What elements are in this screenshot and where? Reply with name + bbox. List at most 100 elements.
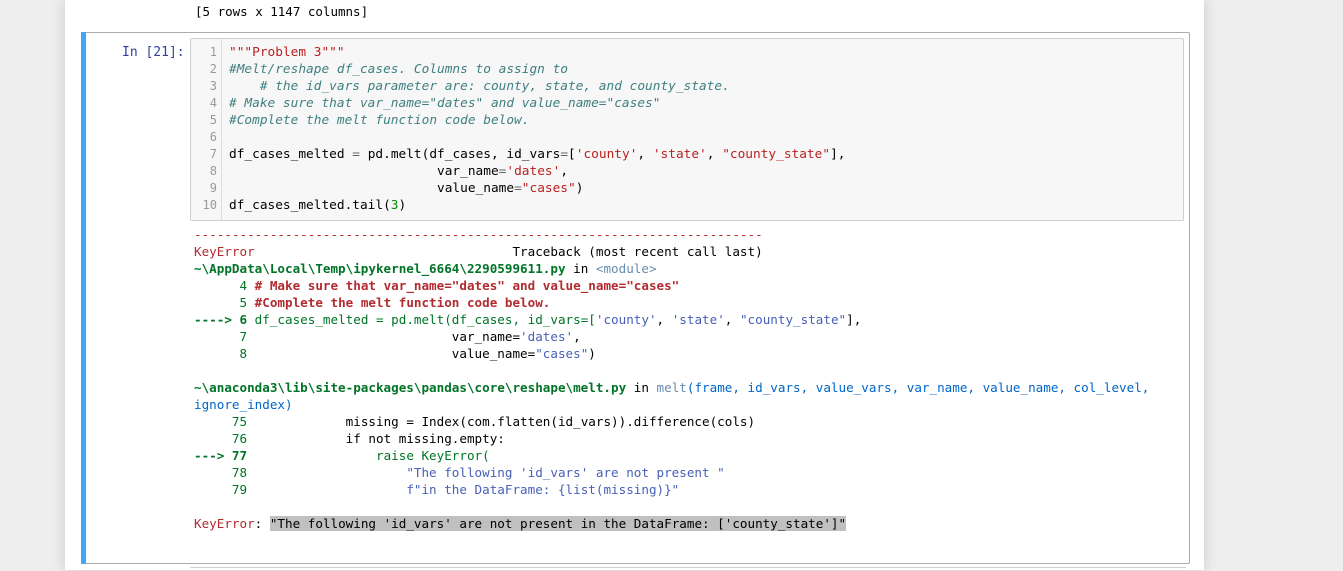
code-token: 3 <box>390 198 399 213</box>
code-text: value_name= <box>254 346 536 361</box>
code-text: "cases" <box>535 346 589 361</box>
code-token: ) <box>575 181 584 196</box>
traceback-line: 5 #Complete the melt function code below… <box>194 294 550 311</box>
code-token: ) <box>398 198 407 213</box>
module-name: <module> <box>595 261 657 276</box>
code-line-1: """Problem 3""" <box>229 45 345 60</box>
line-num: 76 <box>194 431 255 446</box>
code-text: 'dates' <box>520 329 574 344</box>
code-token: value_name <box>229 181 515 196</box>
in-word: in <box>626 380 657 395</box>
traceback-line: 7 var_name='dates', <box>194 328 581 345</box>
code-text: if not missing.empty: <box>254 431 505 446</box>
line-number: 6 <box>209 130 217 144</box>
line-number: 2 <box>209 62 217 76</box>
code-token: 'dates' <box>506 164 561 179</box>
file-path: ~\AppData\Local\Temp\ipykernel_6664\2290… <box>194 261 566 276</box>
line-num: 7 <box>194 329 255 344</box>
input-prompt: In [21]: <box>122 45 185 60</box>
final-error-line: KeyError: "The following 'id_vars' are n… <box>194 515 847 532</box>
code-text: #Complete the melt function code below. <box>254 295 551 310</box>
function-signature: (frame, id_vars, value_vars, var_name, v… <box>686 380 1150 395</box>
code-token: [ <box>568 147 576 162</box>
code-token: , <box>706 147 723 162</box>
line-num: 5 <box>194 295 255 310</box>
traceback-line: 8 value_name="cases") <box>194 345 596 362</box>
code-text: 'state' <box>671 312 725 327</box>
line-num: 79 <box>194 482 255 497</box>
selected-cell-indicator <box>81 32 86 564</box>
code-token: ], <box>830 147 846 162</box>
code-text: f"in the DataFrame: {list(missing)}" <box>254 482 680 497</box>
next-cell-edge <box>190 567 1186 571</box>
code-text: raise KeyError( <box>254 448 490 463</box>
code-token: = <box>514 181 522 196</box>
traceback-line: 79 f"in the DataFrame: {list(missing)}" <box>194 481 679 498</box>
line-number: 3 <box>209 79 217 93</box>
code-token: var_name <box>229 164 499 179</box>
code-token: , <box>637 147 653 162</box>
line-num: 8 <box>194 346 255 361</box>
traceback-line: 4 # Make sure that var_name="dates" and … <box>194 277 679 294</box>
line-num: 78 <box>194 465 255 480</box>
traceback-line: 76 if not missing.empty: <box>194 430 505 447</box>
error-name: KeyError <box>194 244 255 259</box>
code-token: "cases" <box>521 181 576 196</box>
code-line-8: var_name='dates', <box>229 163 568 180</box>
code-line-2: #Melt/reshape df_cases. Columns to assig… <box>229 62 568 77</box>
line-number: 1 <box>209 45 217 59</box>
traceback-line-current: ----> 6 df_cases_melted = pd.melt(df_cas… <box>194 311 861 328</box>
function-signature-cont: ignore_index) <box>194 397 293 412</box>
code-text: ], <box>846 312 862 327</box>
line-number: 7 <box>209 147 217 161</box>
current-line-arrow: ---> 77 <box>194 448 255 463</box>
code-text: df_cases_melted = pd.melt(df_cases, id_v… <box>254 312 596 327</box>
code-text: , <box>656 312 672 327</box>
code-text: missing = Index(com.flatten(id_vars)).di… <box>254 414 756 429</box>
code-text: # Make sure that var_name="dates" and va… <box>254 278 680 293</box>
line-number: 4 <box>209 96 217 110</box>
traceback-line: 78 "The following 'id_vars' are not pres… <box>194 464 725 481</box>
line-number: 8 <box>209 164 217 178</box>
code-line-3: # the id_vars parameter are: county, sta… <box>229 79 730 94</box>
code-cell[interactable]: In [21]: 1 2 3 4 5 6 7 8 9 10 """Problem… <box>81 32 1190 564</box>
code-token: "county_state" <box>722 147 831 162</box>
code-line-9: value_name="cases") <box>229 180 583 197</box>
traceback-file-1: ~\AppData\Local\Temp\ipykernel_6664\2290… <box>194 260 657 277</box>
code-text: "county_state" <box>739 312 847 327</box>
code-line-10: df_cases_melted.tail(3) <box>229 197 406 214</box>
code-token: 'state' <box>652 147 707 162</box>
code-text: , <box>724 312 740 327</box>
traceback-file-2: ~\anaconda3\lib\site-packages\pandas\cor… <box>194 379 1149 396</box>
code-text: ) <box>588 346 596 361</box>
line-number-gutter: 1 2 3 4 5 6 7 8 9 10 <box>191 39 222 220</box>
line-number: 10 <box>202 198 217 212</box>
function-name: melt <box>656 380 687 395</box>
traceback-label: Traceback (most recent call last) <box>254 244 763 259</box>
code-line-5: #Complete the melt function code below. <box>229 113 530 128</box>
code-text: "The following 'id_vars' are not present… <box>254 465 725 480</box>
traceback-header: KeyError Traceback (most recent call las… <box>194 243 763 260</box>
code-token: df_cases_melted <box>229 147 353 162</box>
code-editor[interactable]: 1 2 3 4 5 6 7 8 9 10 """Problem 3""" #Me… <box>190 38 1184 221</box>
code-token: 'county' <box>575 147 638 162</box>
code-token: df_cases_melted.tail( <box>229 198 391 213</box>
code-token: = <box>352 147 360 162</box>
code-line-7: df_cases_melted = pd.melt(df_cases, id_v… <box>229 146 845 163</box>
code-token: , <box>560 164 569 179</box>
traceback-line: 75 missing = Index(com.flatten(id_vars))… <box>194 413 755 430</box>
error-name: KeyError <box>194 516 255 531</box>
line-num: 4 <box>194 278 255 293</box>
code-text: 'county' <box>595 312 657 327</box>
code-token: = <box>560 147 569 162</box>
traceback-line-current: ---> 77 raise KeyError( <box>194 447 490 464</box>
line-number: 9 <box>209 181 217 195</box>
current-line-arrow: ----> 6 <box>194 312 255 327</box>
code-text: var_name= <box>254 329 521 344</box>
colon: : <box>254 516 270 531</box>
file-path: ~\anaconda3\lib\site-packages\pandas\cor… <box>194 380 627 395</box>
code-text: , <box>573 329 581 344</box>
previous-output-text: [5 rows x 1147 columns] <box>195 4 369 19</box>
line-number: 5 <box>209 113 217 127</box>
error-message[interactable]: "The following 'id_vars' are not present… <box>269 516 847 531</box>
